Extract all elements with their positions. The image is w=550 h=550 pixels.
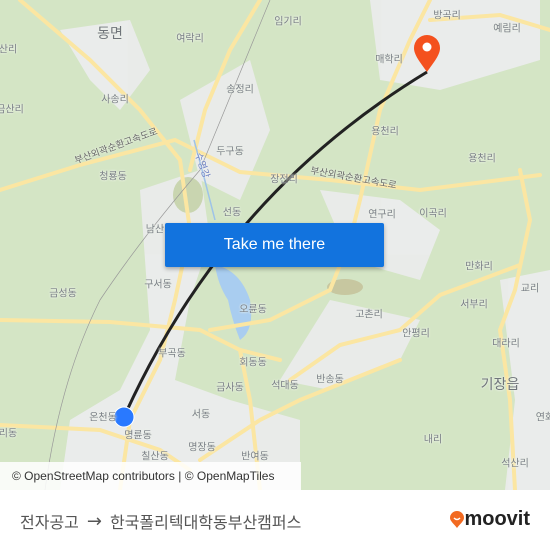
- brand-name: moovit: [464, 508, 530, 530]
- map-label: 서동: [191, 409, 211, 421]
- map-label: 금성동: [49, 288, 77, 300]
- footer: 전자공고 → 한국폴리텍대학동부산캠퍼스 moovit: [0, 490, 550, 550]
- map-label: 연구리: [368, 209, 396, 221]
- map-label: 리동: [0, 428, 18, 440]
- map-label: 용천리: [371, 126, 399, 138]
- map-label: 남산: [145, 224, 165, 236]
- map-label: 산리: [0, 44, 18, 56]
- map-label: 선동: [222, 207, 242, 219]
- map-label: 금사동: [216, 382, 244, 394]
- map-label: 대라리: [492, 338, 520, 350]
- map-label: 이곡리: [419, 208, 447, 220]
- map-label: 금산리: [0, 104, 24, 116]
- map-label: 만화리: [465, 261, 493, 273]
- map-label: 연화: [535, 412, 550, 424]
- map-label: 송정리: [226, 84, 254, 96]
- map-label: 칠산동: [141, 451, 169, 463]
- map-label: 교리: [520, 283, 540, 295]
- map-label: 장전리: [270, 174, 298, 186]
- map-label: 예림리: [493, 23, 521, 35]
- map-label: 석산리: [501, 458, 529, 470]
- map-label: 청룡동: [99, 171, 127, 183]
- map-label: 온천동: [89, 412, 117, 424]
- origin-name: 전자공고: [20, 513, 79, 532]
- map-label: 여락리: [176, 33, 204, 45]
- take-me-there-button[interactable]: Take me there: [165, 223, 384, 267]
- map-label: 오륜동: [239, 304, 267, 316]
- destination-name: 한국폴리텍대학동부산캠퍼스: [109, 513, 302, 532]
- map-label: 동면: [97, 26, 123, 42]
- map-label: 반송동: [316, 374, 344, 386]
- map-label: 안평리: [402, 328, 430, 340]
- map[interactable]: 동면 여락리 임기리 방곡리 예림리 매학리 산리 사송리 송정리 금산리 두구…: [0, 0, 550, 490]
- map-label: 매학리: [375, 54, 403, 66]
- map-label: 명륜동: [124, 430, 152, 442]
- map-label: 부곡동: [158, 348, 186, 360]
- map-label: 내리: [423, 434, 443, 446]
- map-label: 회동동: [239, 357, 267, 369]
- map-label: 기장읍: [480, 377, 520, 393]
- moovit-logo: moovit: [450, 508, 530, 531]
- map-label: 방곡리: [433, 10, 461, 22]
- map-label: 고촌리: [355, 309, 383, 321]
- map-label: 구서동: [144, 279, 172, 291]
- map-label: 명장동: [188, 442, 216, 454]
- map-label: 석대동: [271, 380, 299, 392]
- map-label: 반여동: [241, 451, 269, 463]
- route-summary: 전자공고 → 한국폴리텍대학동부산캠퍼스: [20, 509, 301, 533]
- map-label: 임기리: [274, 16, 302, 28]
- moovit-pin-icon: [450, 510, 465, 528]
- map-attribution[interactable]: © OpenStreetMap contributors | © OpenMap…: [0, 462, 301, 490]
- arrow-right-icon: →: [86, 510, 102, 532]
- map-label: 용천리: [468, 153, 496, 165]
- map-label: 서부리: [460, 299, 488, 311]
- map-label: 두구동: [216, 146, 244, 158]
- map-label: 사송리: [101, 94, 129, 106]
